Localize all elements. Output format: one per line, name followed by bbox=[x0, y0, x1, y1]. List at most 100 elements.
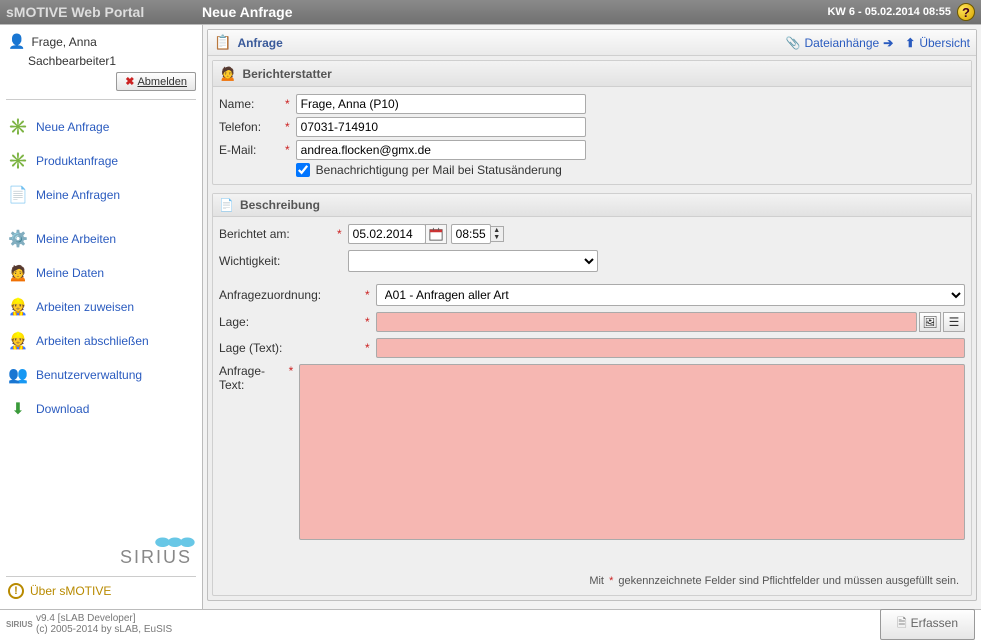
category-select[interactable]: A01 - Anfragen aller Art bbox=[376, 284, 965, 306]
label-email: E-Mail: bbox=[219, 143, 279, 157]
required-marker: * bbox=[289, 364, 294, 378]
person-icon: 🙍 bbox=[219, 65, 236, 82]
required-marker: * bbox=[365, 288, 370, 302]
sidebar-item-my-requests[interactable]: 📄 Meine Anfragen bbox=[6, 178, 196, 212]
label-location: Lage: bbox=[219, 315, 359, 329]
calendar-icon bbox=[429, 227, 443, 241]
sirius-logo: ⬬⬬⬬ SIRIUS bbox=[6, 528, 196, 572]
description-section: 📄 Beschreibung Berichtet am: * bbox=[212, 193, 972, 596]
spin-down-icon[interactable]: ▼ bbox=[491, 234, 503, 241]
label-name: Name: bbox=[219, 97, 279, 111]
notify-label: Benachrichtigung per Mail bei Statusände… bbox=[316, 163, 562, 177]
sidebar-item-my-work[interactable]: ⚙️ Meine Arbeiten bbox=[6, 222, 196, 256]
sidebar-item-my-data[interactable]: 🙍 Meine Daten bbox=[6, 256, 196, 290]
document-icon: 📄 bbox=[219, 198, 234, 212]
sidebar-item-label: Arbeiten zuweisen bbox=[36, 300, 134, 314]
main-content: 📋 Anfrage 📎 Dateianhänge ➔ ⬆ Übersicht bbox=[203, 25, 981, 609]
label-importance: Wichtigkeit: bbox=[219, 254, 331, 268]
reporter-section: 🙍 Berichterstatter Name: * Telefon: * bbox=[212, 60, 972, 185]
sidebar-item-finish-work[interactable]: 👷 Arbeiten abschließen bbox=[6, 324, 196, 358]
required-marker: * bbox=[285, 97, 290, 111]
sidebar-item-label: Benutzerverwaltung bbox=[36, 368, 142, 382]
time-spinner[interactable]: ▲▼ bbox=[490, 226, 504, 242]
label-phone: Telefon: bbox=[219, 120, 279, 134]
sidebar-item-user-admin[interactable]: 👥 Benutzerverwaltung bbox=[6, 358, 196, 392]
required-marker: * bbox=[365, 341, 370, 355]
sidebar-item-label: Neue Anfrage bbox=[36, 120, 109, 134]
section-title: Berichterstatter bbox=[242, 67, 331, 81]
sidebar-item-label: Meine Daten bbox=[36, 266, 104, 280]
sidebar-item-download[interactable]: ⬇ Download bbox=[6, 392, 196, 426]
user-icon: 🙍 bbox=[8, 263, 28, 283]
required-marker: * bbox=[285, 120, 290, 134]
arrow-up-icon: ⬆ bbox=[905, 36, 915, 50]
section-title: Beschreibung bbox=[240, 198, 320, 212]
header-date: KW 6 - 05.02.2014 08:55 bbox=[827, 6, 951, 18]
user-name: Frage, Anna bbox=[31, 35, 96, 49]
info-icon: ! bbox=[8, 583, 24, 599]
top-bar: sMOTIVE Web Portal Neue Anfrage KW 6 - 0… bbox=[0, 0, 981, 24]
footer: SIRIUS v9.4 [sLAB Developer] (c) 2005-20… bbox=[0, 610, 981, 638]
label-location-text: Lage (Text): bbox=[219, 341, 359, 355]
form-icon: 📋 bbox=[214, 34, 231, 51]
location-field[interactable] bbox=[376, 312, 917, 332]
reported-time-field[interactable] bbox=[451, 224, 491, 244]
sidebar: 👤 Frage, Anna Sachbearbeiter1 ✖Abmelden … bbox=[0, 25, 203, 609]
spin-up-icon[interactable]: ▲ bbox=[491, 227, 503, 234]
label-category: Anfragezuordnung: bbox=[219, 288, 359, 302]
page-title: Neue Anfrage bbox=[202, 4, 827, 20]
brand-title: sMOTIVE Web Portal bbox=[6, 4, 202, 20]
required-marker: * bbox=[285, 143, 290, 157]
about-link[interactable]: ! Über sMOTIVE bbox=[6, 576, 196, 605]
logout-button[interactable]: ✖Abmelden bbox=[116, 72, 196, 91]
sidebar-item-assign-work[interactable]: 👷 Arbeiten zuweisen bbox=[6, 290, 196, 324]
gear-icon: ⚙️ bbox=[8, 229, 28, 249]
overview-link[interactable]: ⬆ Übersicht bbox=[905, 36, 970, 50]
name-field[interactable] bbox=[296, 94, 586, 114]
calendar-button[interactable] bbox=[425, 224, 447, 244]
attachment-icon: 📎 bbox=[786, 36, 801, 50]
sidebar-item-label: Produktanfrage bbox=[36, 154, 118, 168]
list-icon: ☰ bbox=[949, 315, 960, 329]
notify-checkbox[interactable] bbox=[296, 163, 310, 177]
document-icon: 📄 bbox=[8, 185, 28, 205]
panel-title: Anfrage bbox=[237, 36, 282, 50]
panel-header: 📋 Anfrage 📎 Dateianhänge ➔ ⬆ Übersicht bbox=[208, 30, 976, 56]
users-icon: 👥 bbox=[8, 365, 28, 385]
label-request-text: Anfrage-Text: bbox=[219, 364, 283, 392]
phone-field[interactable] bbox=[296, 117, 586, 137]
location-picker-button[interactable]: 🖼 bbox=[919, 312, 941, 332]
sidebar-item-new-request[interactable]: ✳️ Neue Anfrage bbox=[6, 110, 196, 144]
person-icon: 👤 bbox=[8, 33, 25, 50]
close-icon: ✖ bbox=[125, 76, 134, 88]
user-role: Sachbearbeiter1 bbox=[6, 54, 196, 68]
label-reported: Berichtet am: bbox=[219, 227, 331, 241]
finish-icon: 👷 bbox=[8, 331, 28, 351]
image-icon: 🖼 bbox=[922, 315, 937, 329]
location-text-field[interactable] bbox=[376, 338, 965, 358]
reported-date-field[interactable] bbox=[348, 224, 426, 244]
attachments-link[interactable]: 📎 Dateianhänge ➔ bbox=[786, 36, 894, 50]
sidebar-item-label: Download bbox=[36, 402, 89, 416]
required-marker: * bbox=[365, 315, 370, 329]
nav-list: ✳️ Neue Anfrage ✳️ Produktanfrage 📄 Mein… bbox=[6, 100, 196, 426]
arrow-right-icon: ➔ bbox=[883, 36, 893, 50]
email-field[interactable] bbox=[296, 140, 586, 160]
current-user: 👤 Frage, Anna bbox=[6, 29, 196, 54]
required-marker: * bbox=[337, 227, 342, 241]
hint-text: Mit * gekennzeichnete Felder sind Pflich… bbox=[219, 571, 965, 591]
star-icon: ✳️ bbox=[8, 117, 28, 137]
about-label: Über sMOTIVE bbox=[30, 584, 111, 598]
assign-icon: 👷 bbox=[8, 297, 28, 317]
footer-text: v9.4 [sLAB Developer] (c) 2005-2014 by s… bbox=[36, 613, 172, 635]
submit-button[interactable]: 🗎Erfassen bbox=[880, 609, 975, 640]
sidebar-item-product-request[interactable]: ✳️ Produktanfrage bbox=[6, 144, 196, 178]
importance-select[interactable] bbox=[348, 250, 598, 272]
sidebar-item-label: Meine Anfragen bbox=[36, 188, 120, 202]
sidebar-item-label: Meine Arbeiten bbox=[36, 232, 116, 246]
location-list-button[interactable]: ☰ bbox=[943, 312, 965, 332]
download-icon: ⬇ bbox=[8, 399, 28, 419]
request-text-field[interactable] bbox=[299, 364, 965, 540]
sidebar-item-label: Arbeiten abschließen bbox=[36, 334, 149, 348]
help-button[interactable]: ? bbox=[957, 3, 975, 21]
